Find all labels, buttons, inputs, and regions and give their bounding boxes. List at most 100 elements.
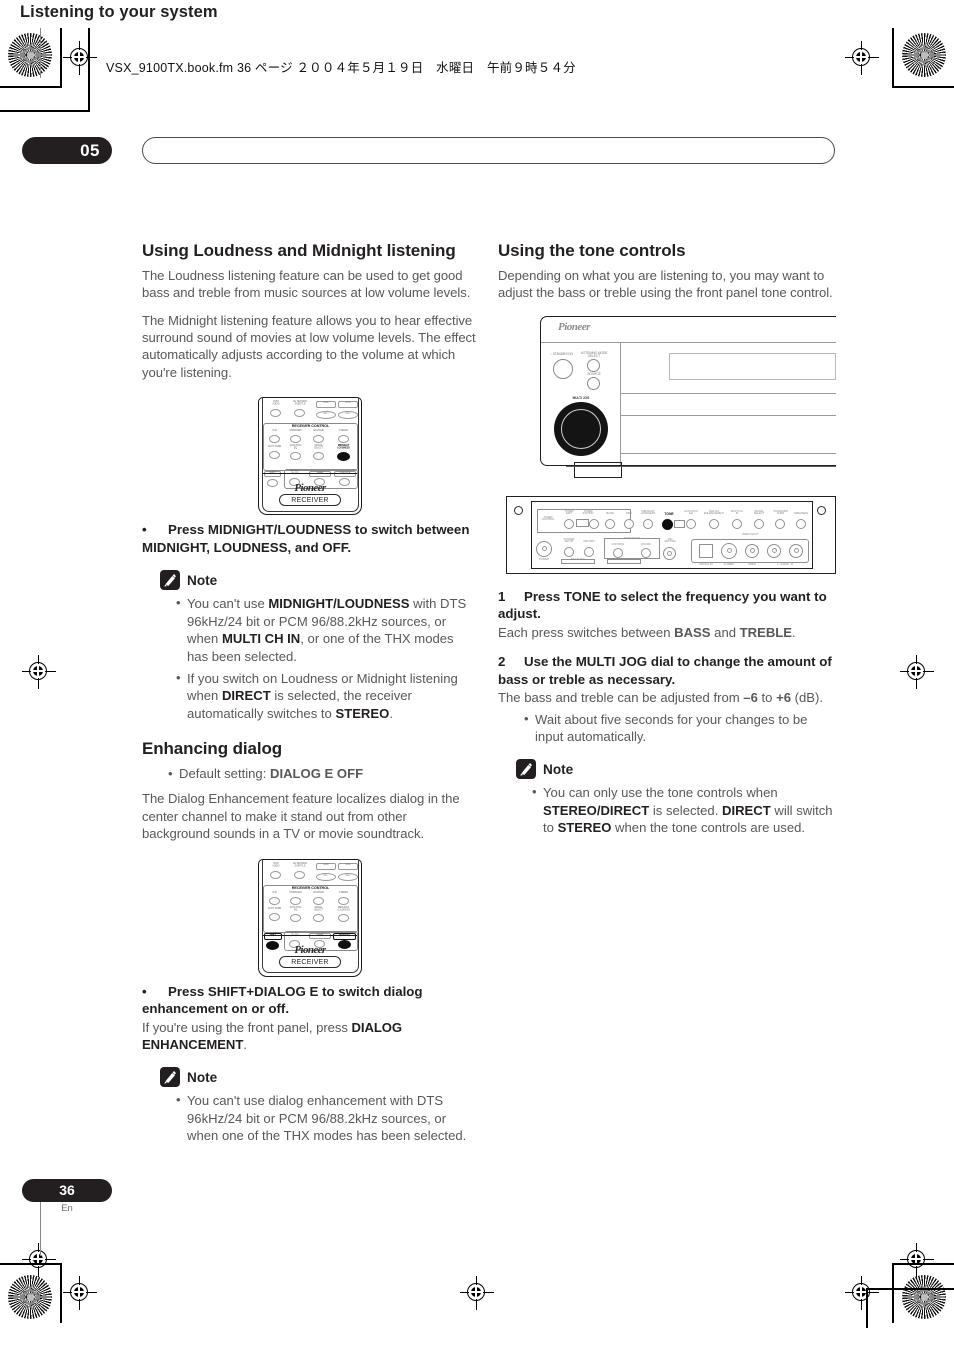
panel-label-dialog-enhancement: DIALOG ENHANCEMENT bbox=[703, 509, 725, 516]
crop-line-top-right-h bbox=[892, 86, 954, 88]
remote-receiver-control-title: RECEIVER CONTROL bbox=[291, 884, 330, 890]
standby-on-button[interactable] bbox=[553, 358, 573, 379]
midnight-loudness-button[interactable] bbox=[643, 518, 653, 529]
note-list-2: You can't use dialog enhancement with DT… bbox=[160, 1091, 478, 1144]
registration-mark-top-right bbox=[845, 41, 879, 75]
remote-label-signal-select: SIGNAL SELECT bbox=[314, 905, 323, 911]
multi-jog-dial[interactable] bbox=[554, 401, 608, 456]
starburst-target-bottom-left bbox=[8, 1275, 52, 1319]
chapter-title-container bbox=[142, 137, 835, 164]
guide-line-left-top bbox=[40, 28, 41, 78]
section-heading-tone-controls: Using the tone controls bbox=[498, 241, 686, 260]
chapter-title: Listening to your system bbox=[20, 3, 218, 21]
step-1-body: Each press switches between BASS and TRE… bbox=[498, 624, 796, 640]
panel-label-multi-jog-2: MULTI JOG bbox=[617, 557, 631, 561]
file-info-header: VSX_9100TX.book.fm 36 ページ ２００４年５月１９日 水曜日… bbox=[106, 61, 576, 75]
registration-mark-mid-right bbox=[900, 655, 934, 689]
return-button[interactable] bbox=[584, 546, 594, 557]
page-language-label: En bbox=[61, 1203, 73, 1214]
remote-footer-area: Pioneer RECEIVER bbox=[263, 473, 357, 512]
panel-label-tuner-control: TUNER CONTROL bbox=[541, 515, 555, 522]
panel-label-return: RETURN bbox=[583, 539, 595, 543]
crop-line-top-left-v bbox=[60, 28, 62, 86]
listening-mode-select-knob[interactable] bbox=[587, 358, 600, 372]
front-panel-foot bbox=[574, 461, 622, 478]
band-button[interactable] bbox=[605, 518, 615, 529]
s-video-jack[interactable] bbox=[721, 542, 737, 559]
tuner-station-box[interactable] bbox=[576, 518, 589, 527]
paragraph-midnight: The Midnight listening feature allows yo… bbox=[142, 312, 476, 380]
remote-button-advance bbox=[313, 896, 324, 905]
signal-select-button[interactable] bbox=[754, 518, 764, 529]
front-panel-divider-mid2 bbox=[620, 414, 836, 416]
mpx-button[interactable] bbox=[624, 518, 634, 529]
crop-line-bottom-left-h bbox=[0, 1263, 62, 1265]
panel-screw-right bbox=[817, 505, 826, 515]
note-item: You can't use MIDNIGHT/LOUDNESS with DTS… bbox=[176, 594, 478, 665]
remote-button-subtitle bbox=[294, 409, 305, 418]
speakers-button[interactable] bbox=[796, 518, 806, 529]
audio-right-jack[interactable] bbox=[789, 543, 803, 558]
remote-label-chset-subtitle: CH SET/DISC SUBTITLE bbox=[292, 400, 308, 406]
tuner-edit-button[interactable] bbox=[564, 518, 574, 529]
multi-room-control-button[interactable] bbox=[613, 547, 623, 558]
remote-label-ch-up: CH + bbox=[345, 412, 351, 416]
note-body-1: You can't use MIDNIGHT/LOUDNESS with DTS… bbox=[160, 594, 478, 722]
source-knob[interactable] bbox=[587, 376, 600, 390]
acoustic-eq-button[interactable] bbox=[686, 518, 696, 529]
remote-label-advance: ADVANCE bbox=[313, 429, 324, 433]
standard-surr-button[interactable] bbox=[775, 518, 785, 529]
panel-label-audio-lr: L - AUDIO - R bbox=[777, 562, 793, 566]
instruction-text: Press SHIFT+DIALOG E to switch dialog en… bbox=[142, 983, 423, 1017]
video-jack[interactable] bbox=[745, 543, 759, 558]
remote-button-auto-surr bbox=[269, 912, 280, 921]
tone-button[interactable] bbox=[662, 518, 673, 530]
registration-mark-top-left bbox=[63, 41, 97, 75]
panel-label-midnight-loudness: MIDNIGHT LOUDNESS bbox=[640, 509, 656, 516]
power-button[interactable] bbox=[536, 540, 552, 557]
remote-mode-tag-receiver: RECEIVER bbox=[279, 955, 341, 968]
step-number: 2 bbox=[498, 654, 506, 670]
step-number: 1 bbox=[498, 588, 506, 604]
remote-control-figure-dialog: DVD/ AUDIO CH SET/DISC SUBTITLE HDD DVD … bbox=[258, 858, 362, 977]
panel-label-tone: TONE bbox=[664, 511, 674, 516]
remote-label-ch-up: CH + bbox=[345, 873, 351, 877]
remote-label-thx: THX bbox=[272, 890, 277, 894]
left-column: Using Loudness and Midnight listening Th… bbox=[142, 240, 478, 1151]
tuner-station-button[interactable] bbox=[589, 518, 599, 529]
starburst-target-bottom-right bbox=[902, 1275, 946, 1319]
front-panel-label-source: SOURCE bbox=[587, 371, 601, 376]
panel-label-video-input: VIDEO INPUT bbox=[741, 532, 759, 536]
section-heading-loudness-midnight: Using Loudness and Midnight listening bbox=[142, 241, 456, 260]
front-panel-divider-mid3 bbox=[620, 452, 836, 454]
note-body-2: You can't use dialog enhancement with DT… bbox=[160, 1091, 478, 1144]
crop-line-top-left-h bbox=[0, 86, 62, 88]
remote-label-midnight-loudness: MIDNIGHT LOUDNESS bbox=[337, 444, 350, 450]
system-setup-button[interactable] bbox=[564, 546, 574, 557]
remote-label-advance: ADVANCE bbox=[313, 890, 324, 894]
registration-mark-bottom-right bbox=[900, 1243, 934, 1277]
multi-ch-in-button[interactable] bbox=[732, 518, 742, 529]
step-2-title: 2 Use the MULTI JOG dial to change the am… bbox=[498, 653, 834, 688]
audio-left-jack[interactable] bbox=[767, 543, 781, 558]
remote-receiver-control-title: RECEIVER CONTROL bbox=[291, 423, 330, 428]
bullet-marker: • bbox=[142, 522, 147, 538]
mic-setting-jack[interactable] bbox=[663, 546, 676, 560]
digital-in-jack[interactable] bbox=[699, 543, 713, 558]
remote-label-auto-surr: AUTO SURR bbox=[267, 906, 282, 910]
dialog-enhancement-button[interactable] bbox=[709, 518, 719, 529]
crop-line-bottom-right-v2 bbox=[866, 1288, 868, 1328]
remote-label-hdd: HDD bbox=[323, 862, 329, 866]
panel-label-system-setup: SYSTEM SETUP bbox=[563, 537, 575, 544]
remote-button-dvd-audio bbox=[270, 870, 281, 879]
tone-indicator bbox=[674, 519, 685, 528]
instruction-dialog-e-sub: If you're using the front panel, press D… bbox=[142, 1019, 403, 1052]
front-panel-figure: Pioneer ○ STANDBY/ON LISTENING MODE SELE… bbox=[540, 315, 836, 486]
step-title-text: Press TONE to select the frequency you w… bbox=[498, 588, 827, 622]
note-body-3: You can only use the tone controls when … bbox=[516, 783, 834, 836]
front-panel-label-listening-mode: LISTENING MODE SELECT bbox=[580, 350, 608, 359]
remote-button-dvd-audio bbox=[270, 409, 281, 418]
remote-label-stereo: STEREO bbox=[338, 890, 349, 894]
multi-room-onoff-button[interactable] bbox=[641, 547, 651, 558]
note-item: You can only use the tone controls when … bbox=[532, 783, 834, 836]
